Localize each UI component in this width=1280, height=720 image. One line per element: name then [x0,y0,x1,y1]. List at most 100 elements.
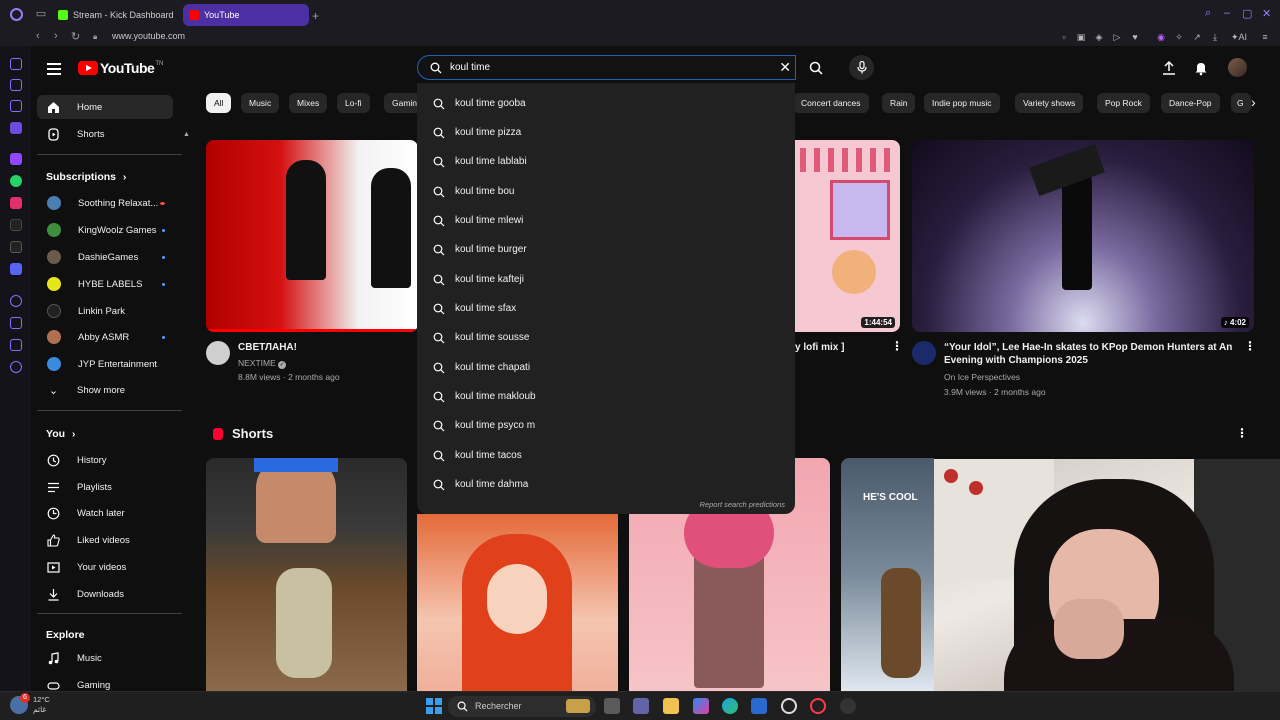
minimize-icon[interactable]: – [1224,7,1230,19]
tab-youtube[interactable]: YouTube [183,4,309,26]
close-window-icon[interactable]: ✕ [1262,7,1271,20]
guide-item-playlists[interactable]: Playlists [37,475,173,499]
video-title[interactable]: СВЕТЛАНА! [238,341,297,354]
account-avatar[interactable] [1228,58,1247,77]
guide-item-downloads[interactable]: Downloads [37,582,173,606]
suggestion-item[interactable]: koul time gooba [417,89,795,118]
channel-avatar[interactable] [206,341,230,365]
chip-more[interactable]: G [1231,93,1251,113]
reload-icon[interactable]: ↻ [71,30,80,43]
sidebar-messenger-icon[interactable] [10,122,22,134]
chips-next-icon[interactable]: › [1251,94,1256,110]
clear-search-icon[interactable]: ✕ [779,59,791,76]
vpn-icon[interactable]: ◉ [1156,32,1166,42]
discord-icon[interactable] [10,263,22,275]
guide-item-gaming[interactable]: Gaming [37,673,173,691]
shield-icon[interactable]: ◈ [1094,32,1104,42]
app-icon[interactable] [781,698,797,714]
tiktok-icon[interactable] [10,219,22,231]
report-predictions-link[interactable]: Report search predictions [700,500,785,509]
suggestion-item[interactable]: koul time bou [417,177,795,206]
chip-music[interactable]: Music [241,93,280,113]
aria-ai-icon[interactable]: ✦AI [1228,32,1250,42]
chip-lofi[interactable]: Lo-fi [337,93,370,113]
notifications-bell-icon[interactable] [1193,60,1209,76]
suggestion-item[interactable]: koul time pizza [417,118,795,147]
opera-taskbar-icon[interactable] [810,698,826,714]
sidebar-aria-icon[interactable] [10,58,22,70]
download-browser-icon[interactable]: ⤓ [1210,32,1220,42]
snapshot-icon[interactable]: ▣ [1076,32,1086,42]
file-explorer-icon[interactable] [663,698,679,714]
shelf-more-icon[interactable]: ⋮ [1236,426,1248,440]
browser-menu-icon[interactable]: ≡ [1260,32,1270,42]
you-heading[interactable]: You › [46,428,75,440]
video-thumbnail[interactable]: 1:44:54 [794,140,900,332]
store-icon[interactable] [751,698,767,714]
show-more-button[interactable]: ⌄ Show more [37,378,173,402]
subscription-item[interactable]: DashieGames [37,245,173,269]
search-tabs-icon[interactable]: ⌕ [1205,7,1211,20]
guide-scroll-up-icon[interactable]: ▲ [183,131,190,138]
guide-item-liked-videos[interactable]: Liked videos [37,528,173,552]
channel-avatar[interactable] [912,341,936,365]
chip-concert-dances[interactable]: Concert dances [793,93,869,113]
suggestion-item[interactable]: koul time dahma [417,470,795,499]
chip-dance-pop[interactable]: Dance-Pop [1161,93,1220,113]
suggestion-item[interactable]: koul time psyco m [417,411,795,440]
new-tab-button[interactable]: + [312,9,319,23]
suggestion-item[interactable]: koul time kafteji [417,265,795,294]
sidebar-workspace-icon[interactable] [10,100,22,112]
whatsapp-icon[interactable] [10,175,22,187]
twitch-icon[interactable] [10,153,22,165]
sidebar-crypto-icon[interactable] [10,79,22,91]
subscription-item[interactable]: JYP Entertainment [37,352,173,376]
suggestion-item[interactable]: koul time chapati [417,353,795,382]
suggestion-item[interactable]: koul time mlewi [417,206,795,235]
channel-name[interactable]: NEXTIME ✓ [238,358,287,369]
chip-variety-shows[interactable]: Variety shows [1015,93,1084,113]
guide-menu-icon[interactable] [47,63,61,75]
puzzle-icon[interactable]: ✧ [1174,32,1184,42]
subscriptions-heading[interactable]: Subscriptions › [46,171,126,183]
suggestion-item[interactable]: koul time sousse [417,323,795,352]
subscription-item[interactable]: KingWoolz Games [37,218,173,242]
subscription-item[interactable]: Abby ASMR [37,325,173,349]
video-title[interactable]: y lofi mix ] [795,341,844,354]
extension-icon[interactable]: ▫ [1059,32,1069,42]
task-view-icon[interactable] [604,698,620,714]
suggestion-item[interactable]: koul time lablabi [417,147,795,176]
url-field[interactable]: www.youtube.com [112,31,185,41]
short-thumbnail[interactable] [206,458,407,691]
guide-item-history[interactable]: History [37,448,173,472]
guide-item-watch-later[interactable]: Watch later [37,501,173,525]
share-icon[interactable]: ↗ [1192,32,1202,42]
forward-icon[interactable]: › [54,30,58,42]
windows-start-icon[interactable] [426,698,442,714]
sidebar-settings-icon[interactable] [10,361,22,373]
youtube-logo[interactable]: YouTube TN [78,60,163,76]
sidebar-bookmarks-icon[interactable] [10,339,22,351]
video-title[interactable]: “Your Idol”, Lee Hae-In skates to KPop D… [944,341,1254,367]
sidebar-player-icon[interactable] [10,295,22,307]
x-twitter-icon[interactable] [10,241,22,253]
tab-menu-icon[interactable]: ▭ [34,7,48,21]
more-actions-icon[interactable]: ⋮ [891,339,903,353]
suggestion-item[interactable]: koul time sfax [417,294,795,323]
search-input[interactable]: koul time [450,62,490,73]
search-button[interactable] [803,55,829,80]
guide-item-your-videos[interactable]: Your videos [37,555,173,579]
suggestion-item[interactable]: koul time tacos [417,441,795,470]
guide-item-shorts[interactable]: Shorts [37,122,173,146]
chip-mixes[interactable]: Mixes [289,93,328,113]
create-upload-icon[interactable] [1161,60,1177,76]
weather-widget[interactable]: 12°C غائم [33,695,50,715]
back-icon[interactable]: ‹ [36,30,40,42]
suggestion-item[interactable]: koul time makloub [417,382,795,411]
guide-item-home[interactable]: Home [37,95,173,119]
chip-pop-rock[interactable]: Pop Rock [1097,93,1150,113]
subscription-item[interactable]: HYBE LABELS [37,272,173,296]
short-thumbnail[interactable] [417,514,618,691]
guide-item-music[interactable]: Music [37,646,173,670]
teams-icon[interactable] [633,698,649,714]
